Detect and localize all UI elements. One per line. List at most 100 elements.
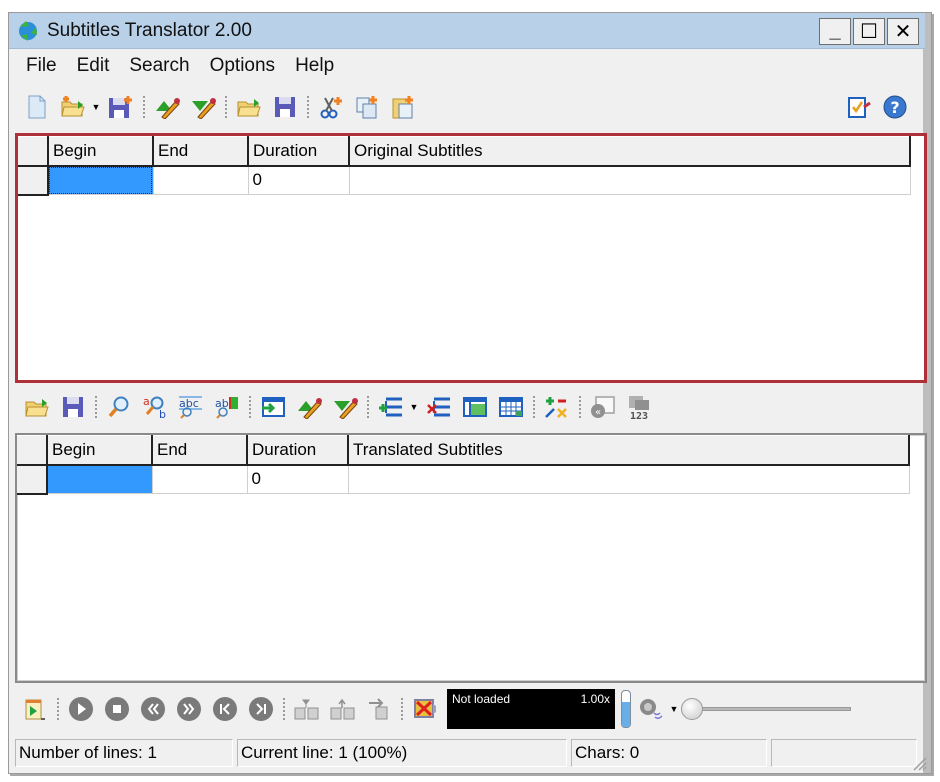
insert-line-button[interactable]: [377, 393, 405, 421]
find-button[interactable]: [105, 393, 133, 421]
resize-grip-icon[interactable]: [909, 753, 927, 771]
move-up-edit-icon: [298, 398, 322, 419]
seek-slider[interactable]: [681, 695, 851, 723]
cell-begin[interactable]: [48, 165, 154, 195]
replace-button[interactable]: ab: [141, 393, 169, 421]
save-translated-button[interactable]: [271, 93, 299, 121]
set-end-button[interactable]: [329, 695, 357, 723]
spell-check-next-icon: ab: [215, 397, 238, 419]
maximize-button[interactable]: ☐: [853, 18, 885, 45]
menu-options[interactable]: Options: [201, 55, 286, 77]
save-translation-button[interactable]: [59, 393, 87, 421]
menu-file[interactable]: File: [17, 55, 68, 77]
table-view-button[interactable]: [497, 393, 525, 421]
previous-button[interactable]: [211, 695, 239, 723]
paste-button[interactable]: [389, 93, 417, 121]
row-indicator[interactable]: [17, 464, 48, 495]
status-extra: [771, 739, 917, 767]
back-translate-button[interactable]: «: [589, 393, 617, 421]
insert-line-dropdown[interactable]: ▼: [409, 393, 419, 421]
grid-view-icon: [463, 397, 487, 417]
column-header-end[interactable]: End: [153, 136, 249, 167]
audio-dropdown[interactable]: ▼: [669, 695, 679, 723]
video-display[interactable]: Not loaded 1.00x: [447, 689, 615, 729]
cell-end[interactable]: [152, 464, 248, 494]
find-icon: [108, 396, 129, 418]
volume-slider[interactable]: [621, 690, 631, 728]
open-file-button[interactable]: [59, 93, 87, 121]
save-translated-icon: [275, 97, 295, 117]
translation-move-up-button[interactable]: [295, 393, 323, 421]
close-button[interactable]: ✕: [887, 18, 919, 45]
app-logo-icon: [19, 20, 37, 41]
fast-forward-button[interactable]: [175, 695, 203, 723]
seek-track: [691, 707, 851, 711]
status-chars: Chars: 0: [571, 739, 767, 767]
title-bar[interactable]: Subtitles Translator 2.00 _ ☐ ✕: [9, 13, 925, 49]
set-next-button[interactable]: [365, 695, 393, 723]
frame-number-button[interactable]: 123: [625, 393, 653, 421]
column-header-end[interactable]: End: [152, 435, 248, 466]
new-file-button[interactable]: [23, 93, 51, 121]
row-indicator[interactable]: [18, 165, 49, 196]
toolbar-separator: [95, 396, 97, 418]
open-video-button[interactable]: [21, 695, 49, 723]
toolbar-separator: [401, 698, 403, 720]
grid-view-button[interactable]: [461, 393, 489, 421]
cell-text[interactable]: [349, 165, 911, 195]
spell-check-button[interactable]: abc: [177, 393, 205, 421]
options-button[interactable]: [845, 93, 873, 121]
audio-button[interactable]: [637, 695, 665, 723]
open-translation-button[interactable]: [23, 393, 51, 421]
seek-thumb[interactable]: [681, 698, 703, 720]
move-down-edit-button[interactable]: [189, 93, 217, 121]
column-header-duration[interactable]: Duration: [247, 435, 349, 466]
spell-check-icon: abc: [179, 396, 202, 419]
cell-end[interactable]: [153, 165, 249, 195]
table-row[interactable]: 0: [17, 464, 910, 495]
original-subtitles-grid[interactable]: Begin End Duration Original Subtitles 0: [15, 133, 927, 383]
next-button[interactable]: [247, 695, 275, 723]
toolbar-separator: [283, 698, 285, 720]
translated-subtitles-grid[interactable]: Begin End Duration Translated Subtitles …: [15, 433, 927, 683]
column-header-original-subtitles[interactable]: Original Subtitles: [349, 136, 911, 167]
cell-duration[interactable]: 0: [248, 165, 350, 195]
menu-search[interactable]: Search: [120, 55, 200, 77]
menu-edit[interactable]: Edit: [68, 55, 121, 77]
import-button[interactable]: [259, 393, 287, 421]
translation-move-down-button[interactable]: [331, 393, 359, 421]
open-translated-icon: [237, 99, 261, 117]
open-translated-button[interactable]: [235, 93, 263, 121]
open-recent-dropdown[interactable]: ▼: [91, 93, 101, 121]
column-header-begin[interactable]: Begin: [47, 435, 153, 466]
set-end-icon: [330, 698, 355, 720]
set-begin-icon: [294, 699, 319, 720]
window-title: Subtitles Translator 2.00: [47, 19, 252, 41]
column-header-duration[interactable]: Duration: [248, 136, 350, 167]
cell-duration[interactable]: 0: [247, 464, 349, 494]
table-row[interactable]: 0: [18, 165, 911, 196]
add-remove-button[interactable]: [543, 393, 571, 421]
save-file-button[interactable]: [107, 93, 135, 121]
column-header-begin[interactable]: Begin: [48, 136, 154, 167]
help-button[interactable]: ?: [881, 93, 909, 121]
copy-button[interactable]: [353, 93, 381, 121]
delete-line-button[interactable]: [425, 393, 453, 421]
play-button[interactable]: [67, 695, 95, 723]
close-video-button[interactable]: [411, 695, 439, 723]
cut-button[interactable]: [317, 93, 345, 121]
move-down-edit-icon: [192, 98, 216, 119]
cell-begin[interactable]: [47, 464, 153, 494]
status-bar: Number of lines: 1 Current line: 1 (100%…: [15, 739, 921, 769]
cell-text[interactable]: [348, 464, 910, 494]
rewind-icon: [141, 697, 165, 721]
set-begin-button[interactable]: [293, 695, 321, 723]
insert-line-icon: [379, 397, 402, 417]
menu-help[interactable]: Help: [286, 55, 345, 77]
spell-check-next-button[interactable]: ab: [213, 393, 241, 421]
rewind-button[interactable]: [139, 695, 167, 723]
move-up-edit-button[interactable]: [153, 93, 181, 121]
column-header-translated-subtitles[interactable]: Translated Subtitles: [348, 435, 910, 466]
minimize-button[interactable]: _: [819, 18, 851, 45]
stop-button[interactable]: [103, 695, 131, 723]
